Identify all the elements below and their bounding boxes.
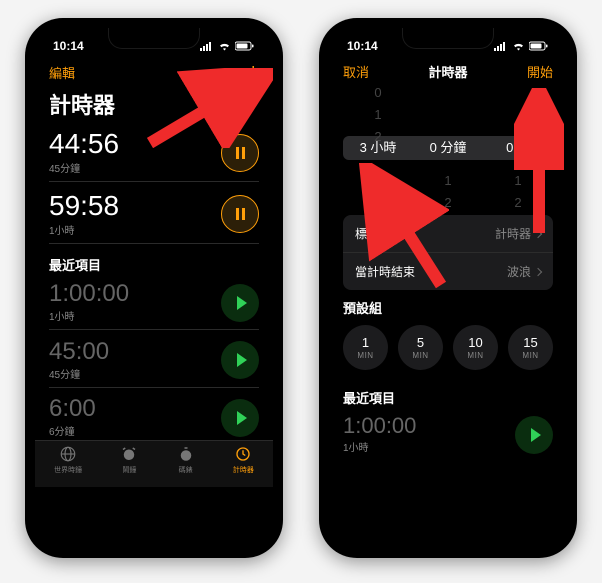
cell-label: 標籤 (355, 225, 379, 242)
page-title: 計時器 (35, 86, 273, 124)
timer-sub: 1小時 (343, 439, 515, 454)
tab-label: 鬧鐘 (122, 465, 136, 475)
preset-15min[interactable]: 15MIN (508, 325, 553, 370)
recent-timer-row-1[interactable]: 45:00 45分鐘 (35, 334, 273, 383)
presets-row: 1MIN 5MIN 10MIN 15MIN (329, 319, 567, 380)
tab-label: 計時器 (233, 465, 254, 475)
edit-button[interactable]: 編輯 (49, 63, 75, 82)
notch (108, 28, 200, 49)
status-icons (494, 41, 549, 51)
timer-sub: 45分鐘 (49, 366, 221, 381)
phone-left: 10:14 編輯 + 計時器 44:56 45分鐘 (25, 18, 283, 558)
preset-5min[interactable]: 5MIN (398, 325, 443, 370)
screen-right: 10:14 取消 計時器 開始 3 小時 0 分鐘 0 秒 (329, 28, 567, 548)
timer-time: 6:00 (49, 397, 221, 421)
signal-icon (494, 41, 508, 51)
wifi-icon (218, 41, 231, 51)
preset-1min[interactable]: 1MIN (343, 325, 388, 370)
divider (49, 329, 259, 330)
battery-icon (529, 41, 549, 51)
alarm-icon (120, 445, 138, 463)
end-sound-cell[interactable]: 當計時結束 波浪 (343, 252, 553, 290)
content-left: 編輯 + 計時器 44:56 45分鐘 59:58 1小時 最近項目 (35, 58, 273, 548)
recent-timer-row[interactable]: 1:00:00 1小時 (329, 411, 567, 458)
tab-label: 世界時鐘 (54, 465, 82, 475)
wifi-icon (512, 41, 525, 51)
phone-right: 10:14 取消 計時器 開始 3 小時 0 分鐘 0 秒 (319, 18, 577, 558)
timer-time: 1:00:00 (49, 282, 221, 306)
timer-time: 1:00:00 (343, 415, 515, 437)
picker-col-seconds[interactable]: 1 2 (483, 93, 553, 203)
preset-10min[interactable]: 10MIN (453, 325, 498, 370)
cell-value: 計時器 (495, 225, 531, 242)
cancel-button[interactable]: 取消 (343, 62, 369, 81)
divider (49, 243, 259, 244)
chevron-icon (534, 229, 542, 237)
tab-bar: 世界時鐘 鬧鐘 碼錶 計時器 (35, 440, 273, 487)
timer-info: 1:00:00 1小時 (49, 282, 221, 323)
add-timer-button[interactable]: + (247, 62, 259, 82)
battery-icon (235, 41, 255, 51)
chevron-icon (534, 267, 542, 275)
picker-col-minutes[interactable]: 1 2 (413, 93, 483, 203)
recent-timer-row-0[interactable]: 1:00:00 1小時 (35, 276, 273, 325)
label-cell[interactable]: 標籤 計時器 (343, 215, 553, 252)
modal-title: 計時器 (428, 62, 467, 81)
timer-sub: 1小時 (49, 308, 221, 323)
content-right: 取消 計時器 開始 3 小時 0 分鐘 0 秒 0 1 2 (329, 58, 567, 548)
time-picker[interactable]: 3 小時 0 分鐘 0 秒 0 1 2 4 5 (329, 85, 567, 215)
recent-header: 最近項目 (35, 247, 273, 276)
tab-timer[interactable]: 計時器 (233, 445, 254, 475)
recent-header: 最近項目 (329, 380, 567, 409)
play-button[interactable] (515, 416, 553, 454)
stopwatch-icon (177, 445, 195, 463)
active-timer-row-1[interactable]: 59:58 1小時 (35, 186, 273, 239)
nav-row: 取消 計時器 開始 (329, 58, 567, 85)
status-time: 10:14 (53, 39, 84, 53)
timer-icon (234, 445, 252, 463)
play-button[interactable] (221, 399, 259, 437)
timer-info: 44:56 45分鐘 (49, 130, 221, 175)
timer-sub: 45分鐘 (49, 160, 221, 175)
signal-icon (200, 41, 214, 51)
tab-world-clock[interactable]: 世界時鐘 (54, 445, 82, 475)
timer-info: 1:00:00 1小時 (343, 415, 515, 454)
timer-time: 59:58 (49, 192, 221, 220)
presets-header: 預設組 (329, 290, 567, 319)
tab-alarm[interactable]: 鬧鐘 (120, 445, 138, 475)
timer-info: 45:00 45分鐘 (49, 340, 221, 381)
timer-sub: 1小時 (49, 222, 221, 237)
nav-row: 編輯 + (35, 58, 273, 86)
globe-icon (59, 445, 77, 463)
notch (402, 28, 494, 49)
play-button[interactable] (221, 341, 259, 379)
settings-group: 標籤 計時器 當計時結束 波浪 (343, 215, 553, 290)
picker-col-hours[interactable]: 0 1 2 4 5 (343, 93, 413, 203)
status-time: 10:14 (347, 39, 378, 53)
start-button[interactable]: 開始 (527, 62, 553, 81)
timer-time: 44:56 (49, 130, 221, 158)
recent-timer-row-2[interactable]: 6:00 6分鐘 (35, 391, 273, 440)
pause-button[interactable] (221, 134, 259, 172)
tab-stopwatch[interactable]: 碼錶 (177, 445, 195, 475)
screen-left: 10:14 編輯 + 計時器 44:56 45分鐘 (35, 28, 273, 548)
timer-info: 6:00 6分鐘 (49, 397, 221, 438)
divider (49, 181, 259, 182)
pause-button[interactable] (221, 195, 259, 233)
tab-label: 碼錶 (179, 465, 193, 475)
timer-sub: 6分鐘 (49, 423, 221, 438)
timer-time: 45:00 (49, 340, 221, 364)
status-icons (200, 41, 255, 51)
active-timer-row-0[interactable]: 44:56 45分鐘 (35, 124, 273, 177)
cell-label: 當計時結束 (355, 263, 415, 280)
divider (49, 387, 259, 388)
play-button[interactable] (221, 284, 259, 322)
timer-info: 59:58 1小時 (49, 192, 221, 237)
cell-value: 波浪 (507, 263, 531, 280)
